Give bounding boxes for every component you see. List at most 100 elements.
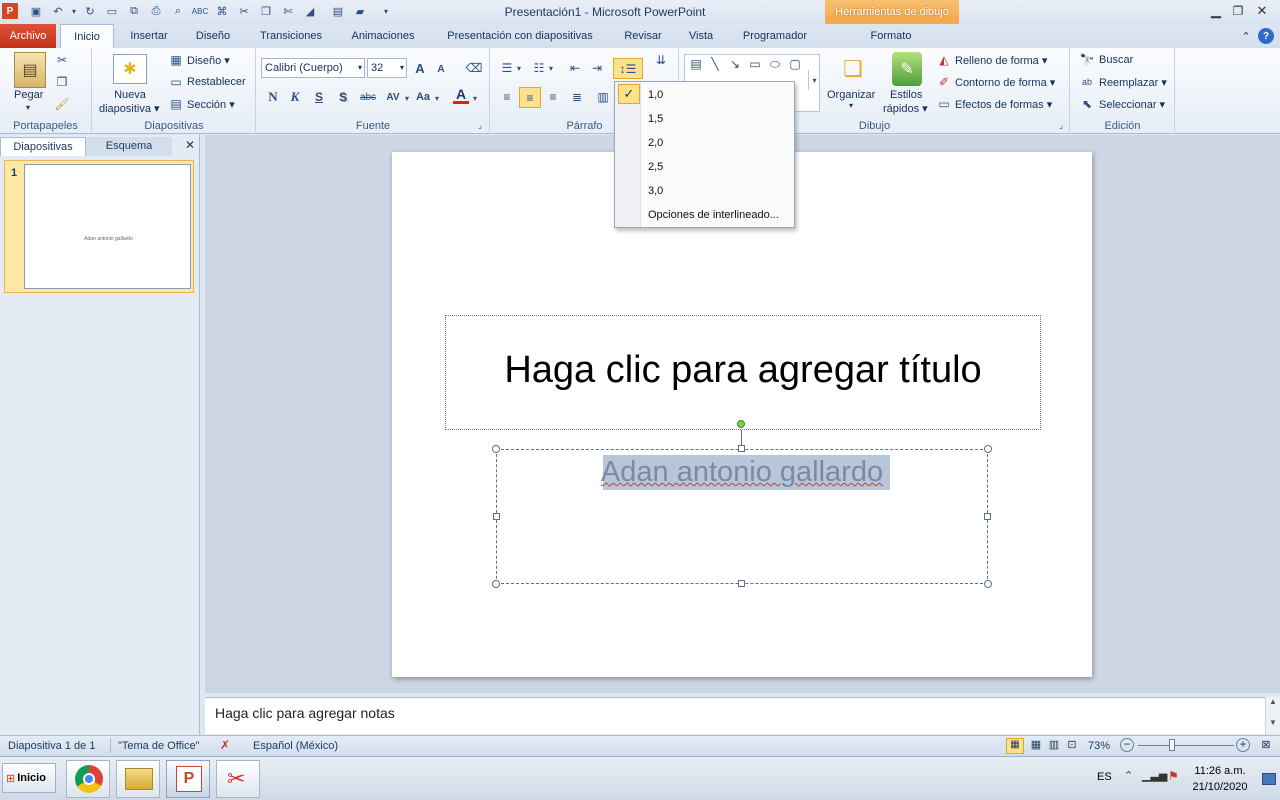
redo-icon[interactable]: ↻ bbox=[82, 3, 98, 19]
taskbar-chrome[interactable] bbox=[66, 760, 110, 798]
resize-handle-r[interactable] bbox=[984, 513, 991, 520]
subtitle-text[interactable]: Adan antonio gallardo bbox=[497, 455, 987, 490]
font-color-dropdown-icon[interactable]: ▾ bbox=[471, 90, 479, 106]
resize-handle-tl[interactable] bbox=[492, 445, 500, 453]
tab-archivo[interactable]: Archivo bbox=[0, 24, 56, 48]
powerpoint-app-icon[interactable]: P bbox=[2, 3, 18, 19]
align-left-icon[interactable]: ≡ bbox=[499, 88, 515, 106]
scroll-up-icon[interactable]: ▲ bbox=[1266, 697, 1280, 706]
taskbar-snipping[interactable]: ✂ bbox=[216, 760, 260, 798]
cut-icon[interactable]: ✂ bbox=[54, 52, 70, 68]
clock-date[interactable]: 21/10/2020 bbox=[1188, 781, 1252, 793]
shape-effects-icon[interactable]: ▭ bbox=[936, 97, 952, 111]
rotation-handle[interactable] bbox=[737, 420, 745, 428]
columns-icon[interactable]: ▥ bbox=[595, 88, 611, 106]
select-button[interactable]: Seleccionar ▾ bbox=[1099, 98, 1165, 111]
resize-handle-l[interactable] bbox=[493, 513, 500, 520]
tab-revisar[interactable]: Revisar bbox=[616, 24, 670, 48]
layout-icon[interactable]: ▦ bbox=[169, 53, 183, 67]
italic-button[interactable]: K bbox=[287, 88, 303, 106]
align-center-icon[interactable]: ≡ bbox=[519, 87, 541, 108]
minimize-icon[interactable]: ▁ bbox=[1208, 3, 1224, 19]
tab-formato[interactable]: Formato bbox=[858, 24, 924, 48]
resize-handle-br[interactable] bbox=[984, 580, 992, 588]
arrange-button[interactable]: Organizar bbox=[827, 89, 875, 101]
font-name-combo[interactable]: Calibri (Cuerpo) ▾ bbox=[261, 58, 365, 78]
slide-thumbnail-selected[interactable]: 1 Adan antonio gallardo bbox=[4, 160, 194, 293]
resize-handle-b[interactable] bbox=[738, 580, 745, 587]
find-icon[interactable]: 🔭 bbox=[1079, 53, 1095, 67]
spacing-option-2-5[interactable]: 2,5 bbox=[648, 161, 663, 173]
notes-scrollbar[interactable]: ▲ ▼ bbox=[1265, 697, 1280, 734]
input-language[interactable]: ES bbox=[1097, 771, 1112, 783]
tab-diseno[interactable]: Diseño bbox=[184, 24, 242, 48]
copy-icon[interactable]: ❐ bbox=[54, 74, 70, 90]
notes-placeholder[interactable]: Haga clic para agregar notas bbox=[215, 705, 395, 721]
format-painter-qat-icon[interactable]: ⌘ bbox=[214, 3, 230, 19]
spelling-icon[interactable]: ABC bbox=[192, 3, 208, 19]
replace-icon[interactable]: ab bbox=[1079, 75, 1095, 89]
decrease-indent-icon[interactable]: ⇤ bbox=[567, 60, 583, 76]
copy-qat-icon[interactable]: ❐ bbox=[258, 3, 274, 19]
tab-presentacion[interactable]: Presentación con diapositivas bbox=[436, 24, 604, 48]
new-slide-label-2[interactable]: diapositiva ▾ bbox=[99, 102, 160, 115]
undo-dropdown-icon[interactable]: ▾ bbox=[66, 3, 82, 19]
new-slide-icon[interactable]: ✱ bbox=[113, 54, 147, 84]
print-preview-icon[interactable]: ⌕ bbox=[170, 3, 186, 19]
reset-button[interactable]: Restablecer bbox=[187, 76, 246, 88]
line-shape-icon[interactable]: ╲ bbox=[707, 57, 723, 71]
spacing-option-1-5[interactable]: 1,5 bbox=[648, 113, 663, 125]
text-direction-icon[interactable]: ⇊ bbox=[649, 52, 673, 68]
slide-thumbnail[interactable]: Adan antonio gallardo bbox=[24, 164, 191, 289]
slide-sorter-icon[interactable]: ▦ bbox=[1028, 738, 1044, 754]
clear-format-icon[interactable]: ⌫ bbox=[465, 59, 483, 77]
new-slide-label-1[interactable]: Nueva bbox=[103, 89, 157, 101]
title-text[interactable]: Haga clic para agregar título bbox=[446, 349, 1040, 392]
underline-button[interactable]: S bbox=[311, 88, 327, 106]
close-window-icon[interactable]: ✕ bbox=[1254, 3, 1270, 19]
subtitle-placeholder[interactable]: Adan antonio gallardo bbox=[496, 449, 988, 584]
shape-fill-icon[interactable]: ◭ bbox=[936, 53, 952, 67]
undo-icon[interactable]: ↶ bbox=[50, 3, 66, 19]
section-icon[interactable]: ▤ bbox=[169, 97, 183, 111]
spacing-option-1-0[interactable]: 1,0 bbox=[648, 89, 663, 101]
help-icon[interactable]: ? bbox=[1258, 28, 1274, 44]
clock-time[interactable]: 11:26 a.m. bbox=[1188, 765, 1252, 777]
shrink-font-button[interactable]: A bbox=[433, 62, 449, 76]
language-status[interactable]: Español (México) bbox=[253, 740, 338, 752]
title-placeholder[interactable]: Haga clic para agregar título bbox=[445, 315, 1041, 430]
dialog-launcher-icon[interactable]: ⌟ bbox=[1056, 120, 1066, 130]
slide[interactable]: Haga clic para agregar título Adan anton… bbox=[392, 152, 1092, 677]
line-spacing-options-item[interactable]: Opciones de interlineado... bbox=[648, 209, 779, 221]
font-color-button[interactable]: A bbox=[453, 86, 469, 104]
show-desktop-icon[interactable] bbox=[1262, 773, 1276, 785]
spacing-option-3-0[interactable]: 3,0 bbox=[648, 185, 663, 197]
zoom-slider-track[interactable] bbox=[1138, 745, 1234, 746]
paste-button[interactable]: Pegar bbox=[14, 89, 43, 101]
customize-qat-icon[interactable]: ▾ bbox=[378, 3, 394, 19]
grow-font-button[interactable]: A bbox=[411, 60, 429, 76]
tab-animaciones[interactable]: Animaciones bbox=[342, 24, 424, 48]
tab-vista[interactable]: Vista bbox=[680, 24, 722, 48]
oval-shape-icon[interactable]: ⬭ bbox=[767, 57, 783, 71]
reset-icon[interactable]: ▭ bbox=[169, 75, 183, 89]
new-document-icon[interactable]: ▭ bbox=[104, 3, 120, 19]
rectangle-shape-icon[interactable]: ▭ bbox=[747, 57, 763, 71]
print-icon[interactable]: ⎙ bbox=[148, 3, 164, 19]
align-right-icon[interactable]: ≡ bbox=[545, 88, 561, 106]
line-spacing-button[interactable]: ↕☰ bbox=[613, 58, 643, 79]
notes-pane[interactable]: Haga clic para agregar notas bbox=[205, 697, 1265, 734]
justify-icon[interactable]: ≣ bbox=[569, 88, 585, 106]
font-size-combo[interactable]: 32 ▾ bbox=[367, 58, 407, 78]
select-icon[interactable]: ⬉ bbox=[1079, 97, 1095, 111]
fit-to-window-icon[interactable]: ⊠ bbox=[1258, 738, 1274, 754]
reading-view-icon[interactable]: ▥ bbox=[1046, 738, 1062, 754]
numbering-icon[interactable]: ☷ bbox=[531, 60, 547, 76]
paste-qat-icon[interactable]: ▤ bbox=[330, 3, 346, 19]
folder-icon[interactable]: ▰ bbox=[352, 3, 368, 19]
change-case-button[interactable]: Aa bbox=[413, 88, 433, 106]
taskbar-powerpoint[interactable]: P bbox=[166, 760, 210, 798]
arrange-dropdown-icon[interactable]: ▾ bbox=[849, 101, 853, 110]
tab-esquema[interactable]: Esquema bbox=[86, 137, 172, 156]
find-button[interactable]: Buscar bbox=[1099, 54, 1133, 66]
